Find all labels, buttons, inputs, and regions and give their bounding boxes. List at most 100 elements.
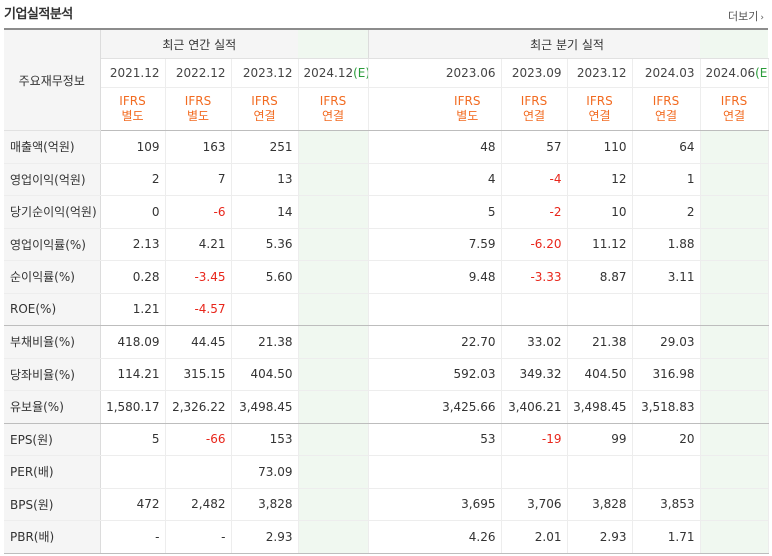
table-row: 당기순이익(억원) 0 -6 14 5 -2 10 2 <box>4 195 769 229</box>
quarter-value-cell: 316.98 <box>632 358 701 391</box>
annual-value-cell <box>298 260 369 294</box>
quarter-value-cell: 2.93 <box>567 520 633 554</box>
quarter-value-cell: 3,406.21 <box>501 390 568 424</box>
quarter-value-cell <box>700 390 769 424</box>
quarter-value-cell: 3,853 <box>632 488 701 521</box>
quarter-value-cell: -19 <box>501 423 568 456</box>
quarter-value-cell <box>501 455 568 489</box>
annual-value-cell: -66 <box>165 423 232 456</box>
annual-period-date: 2024.12(E) <box>298 58 369 88</box>
quarter-value-cell <box>700 423 769 456</box>
table-row: ROE(%) 1.21 -4.57 <box>4 293 769 326</box>
row-label: 순이익률(%) <box>4 260 101 294</box>
quarter-value-cell: 4 <box>434 163 502 196</box>
annual-ifrs-type: IFRS 별도 <box>100 87 166 131</box>
annual-value-cell: 73.09 <box>231 455 299 489</box>
quarter-value-cell <box>434 455 502 489</box>
annual-value-cell: 0.28 <box>100 260 166 294</box>
quarter-value-cell: 3,828 <box>567 488 633 521</box>
annual-value-cell <box>298 325 369 359</box>
chevron-right-icon: › <box>760 13 764 23</box>
quarter-value-cell: 1.71 <box>632 520 701 554</box>
row-label: EPS(원) <box>4 423 101 456</box>
quarter-period-date: 2024.03 <box>632 58 701 88</box>
quarter-value-cell: 3,695 <box>434 488 502 521</box>
annual-value-cell: 7 <box>165 163 232 196</box>
quarter-value-cell: 29.03 <box>632 325 701 359</box>
row-label: 당기순이익(억원) <box>4 195 101 229</box>
quarter-value-cell <box>567 455 633 489</box>
row-label: 부채비율(%) <box>4 325 101 359</box>
annual-value-cell: 472 <box>100 488 166 521</box>
quarter-value-cell <box>700 455 769 489</box>
annual-value-cell <box>298 130 369 164</box>
table-row: PER(배) 73.09 <box>4 455 769 489</box>
quarter-period-date: 2023.12 <box>567 58 633 88</box>
annual-value-cell: -4.57 <box>165 293 232 326</box>
section-title: 기업실적분석 <box>4 7 73 22</box>
quarter-value-cell: 20 <box>632 423 701 456</box>
quarter-value-cell: -4 <box>501 163 568 196</box>
table-row: PBR(배) - -2.93 4.26 2.01 2.93 1.71 <box>4 520 769 554</box>
annual-value-cell: -6 <box>165 195 232 229</box>
table-row: 순이익률(%) 0.28 -3.45 5.60 9.48 -3.33 8.87 3.11 <box>4 260 769 294</box>
annual-value-cell <box>231 293 299 326</box>
annual-value-cell: 163 <box>165 130 232 164</box>
quarter-value-cell: 33.02 <box>501 325 568 359</box>
quarter-value-cell <box>434 293 502 326</box>
table-row: 매출액(억원) 109 163 251 48 57 110 64 <box>4 130 769 164</box>
quarter-ifrs-type: IFRS 연결 <box>700 87 769 131</box>
table-row: BPS(원) 472 2,482 3,828 3,695 3,706 3,828 3,853 <box>4 488 769 521</box>
quarter-value-cell: 48 <box>434 130 502 164</box>
annual-value-cell <box>298 228 369 261</box>
quarter-period-date: 2023.09 <box>501 58 568 88</box>
quarter-ifrs-type: IFRS 연결 <box>632 87 701 131</box>
quarter-value-cell: 3,518.83 <box>632 390 701 424</box>
annual-ifrs-type: IFRS 별도 <box>165 87 232 131</box>
financial-table: 주요재무정보 최근 연간 실적 최근 분기 실적 2021.12 2022.12 2023… <box>4 28 769 554</box>
table-row: 당좌비율(%) 114.21 315.15 404.50 592.03 349.32 404… <box>4 358 769 391</box>
annual-value-cell: 2 <box>100 163 166 196</box>
annual-value-cell: 3,498.45 <box>231 390 299 424</box>
annual-value-cell <box>298 293 369 326</box>
annual-value-cell: 1.21 <box>100 293 166 326</box>
quarter-value-cell: 3.11 <box>632 260 701 294</box>
quarter-value-cell: 2 <box>632 195 701 229</box>
annual-value-cell <box>165 455 232 489</box>
quarter-value-cell: 110 <box>567 130 633 164</box>
annual-group-header: 최근 연간 실적 <box>100 28 298 59</box>
row-label: PER(배) <box>4 455 101 489</box>
annual-value-cell: 3,828 <box>231 488 299 521</box>
annual-value-cell: 315.15 <box>165 358 232 391</box>
annual-value-cell: 251 <box>231 130 299 164</box>
annual-value-cell <box>298 163 369 196</box>
quarter-ifrs-type: IFRS 연결 <box>567 87 633 131</box>
quarter-value-cell: 5 <box>434 195 502 229</box>
quarter-value-cell: 57 <box>501 130 568 164</box>
quarter-value-cell: -2 <box>501 195 568 229</box>
quarter-value-cell <box>632 293 701 326</box>
row-header-label: 주요재무정보 <box>4 28 101 131</box>
estimate-tag: (E) <box>353 66 367 80</box>
row-label: 영업이익(억원) <box>4 163 101 196</box>
quarter-value-cell: 404.50 <box>567 358 633 391</box>
quarter-value-cell: 3,498.45 <box>567 390 633 424</box>
quarter-value-cell: 64 <box>632 130 701 164</box>
annual-value-cell: 2.13 <box>100 228 166 261</box>
quarter-value-cell: 1.88 <box>632 228 701 261</box>
annual-value-cell <box>298 455 369 489</box>
row-label: 당좌비율(%) <box>4 358 101 391</box>
quarter-value-cell: 99 <box>567 423 633 456</box>
annual-value-cell: 404.50 <box>231 358 299 391</box>
quarter-value-cell: 7.59 <box>434 228 502 261</box>
annual-value-cell <box>298 520 369 554</box>
quarter-value-cell: 4.26 <box>434 520 502 554</box>
quarter-value-cell: 8.87 <box>567 260 633 294</box>
quarter-value-cell: -3.33 <box>501 260 568 294</box>
row-label: 유보율(%) <box>4 390 101 424</box>
annual-value-cell: 2.93 <box>231 520 299 554</box>
quarter-value-cell: 12 <box>567 163 633 196</box>
quarter-value-cell: -6.20 <box>501 228 568 261</box>
annual-value-cell: 5 <box>100 423 166 456</box>
more-link[interactable]: 더보기 › <box>728 8 764 24</box>
